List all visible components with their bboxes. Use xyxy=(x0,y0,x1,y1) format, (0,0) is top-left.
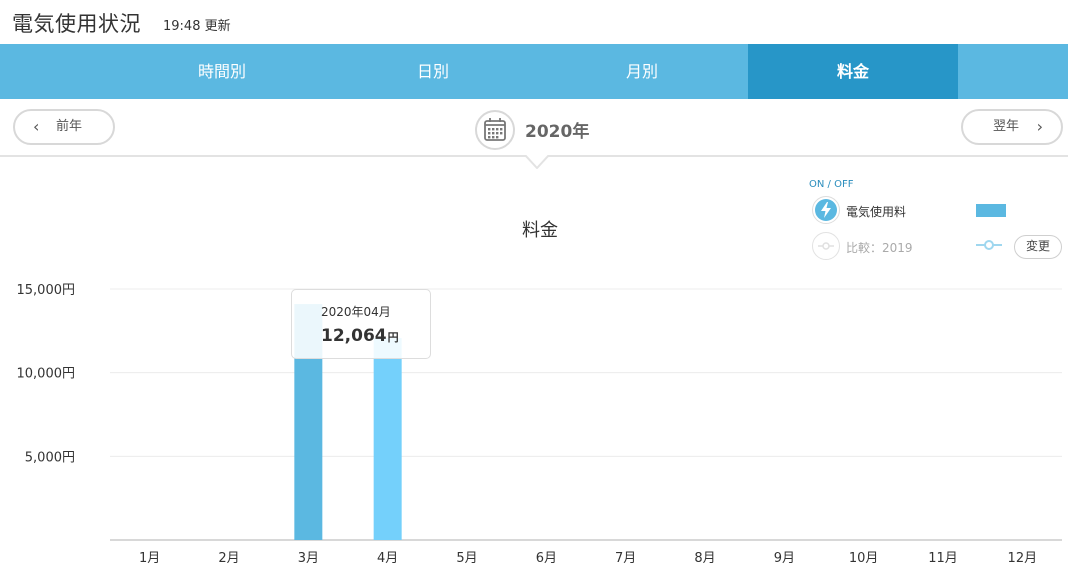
chart-tooltip: 2020年04月 12,064円 xyxy=(291,289,431,359)
tab-charges[interactable]: 料金 xyxy=(748,44,958,99)
series-toggle-compare[interactable] xyxy=(812,232,840,260)
legend-swatch-usage xyxy=(976,204,1006,217)
x-tick-label: 9月 xyxy=(774,551,795,566)
legend-series-usage: 電気使用料 xyxy=(846,205,907,219)
tab-daily[interactable]: 日別 xyxy=(328,44,538,99)
x-tick-label: 12月 xyxy=(1008,551,1038,566)
year-navigation: ‹ 前年 2020年 翌年 › xyxy=(0,99,1068,157)
legend-swatch-compare xyxy=(976,240,1002,250)
x-tick-label: 3月 xyxy=(298,551,319,566)
compare-line-icon xyxy=(818,242,834,250)
bar xyxy=(373,338,402,540)
tooltip-date: 2020年04月 xyxy=(321,305,391,319)
tab-monthly[interactable]: 月別 xyxy=(537,44,747,99)
prev-year-label: 前年 xyxy=(56,119,83,134)
prev-year-button[interactable]: ‹ 前年 xyxy=(13,109,115,145)
updated-timestamp: 19:48 更新 xyxy=(163,19,231,34)
tooltip-amount: 12,064 xyxy=(321,326,387,346)
next-year-label: 翌年 xyxy=(993,119,1020,134)
x-tick-label: 4月 xyxy=(377,551,398,566)
x-tick-label: 5月 xyxy=(456,551,477,566)
current-year: 2020年 xyxy=(525,122,590,142)
x-tick-label: 8月 xyxy=(694,551,715,566)
y-tick-label: 5,000円 xyxy=(25,450,75,465)
bar-chart: 1月 2月 3月 4月 5月 6月 7月 8月 9月 10月 11月 12月 5,000円 10,000… xyxy=(17,283,1062,566)
y-tick-label: 15,000円 xyxy=(17,283,76,298)
legend-onoff-label: ON / OFF xyxy=(809,179,854,190)
x-tick-label: 6月 xyxy=(536,551,557,566)
tab-hourly[interactable]: 時間別 xyxy=(117,44,327,99)
tooltip-value: 12,064円 xyxy=(321,326,399,346)
view-tabs: 時間別 日別 月別 料金 xyxy=(0,44,1068,99)
next-year-button[interactable]: 翌年 › xyxy=(961,109,1063,145)
year-pointer xyxy=(525,155,549,169)
calendar-button[interactable] xyxy=(475,110,515,150)
x-tick-label: 10月 xyxy=(849,551,879,566)
page-title: 電気使用状況 xyxy=(12,12,141,36)
chevron-left-icon: ‹ xyxy=(33,117,40,136)
tooltip-unit: 円 xyxy=(387,331,399,344)
chevron-right-icon: › xyxy=(1036,117,1043,136)
header: 電気使用状況 19:48 更新 xyxy=(0,0,1068,44)
lightning-icon xyxy=(815,199,837,221)
change-compare-button[interactable]: 変更 xyxy=(1014,235,1062,259)
x-tick-label: 1月 xyxy=(139,551,160,566)
x-tick-label: 11月 xyxy=(928,551,958,566)
x-tick-label: 2月 xyxy=(218,551,239,566)
legend-series-compare: 比較：2019 xyxy=(846,241,913,255)
x-tick-label: 7月 xyxy=(615,551,636,566)
y-tick-label: 10,000円 xyxy=(17,367,76,382)
calendar-icon xyxy=(484,118,506,141)
